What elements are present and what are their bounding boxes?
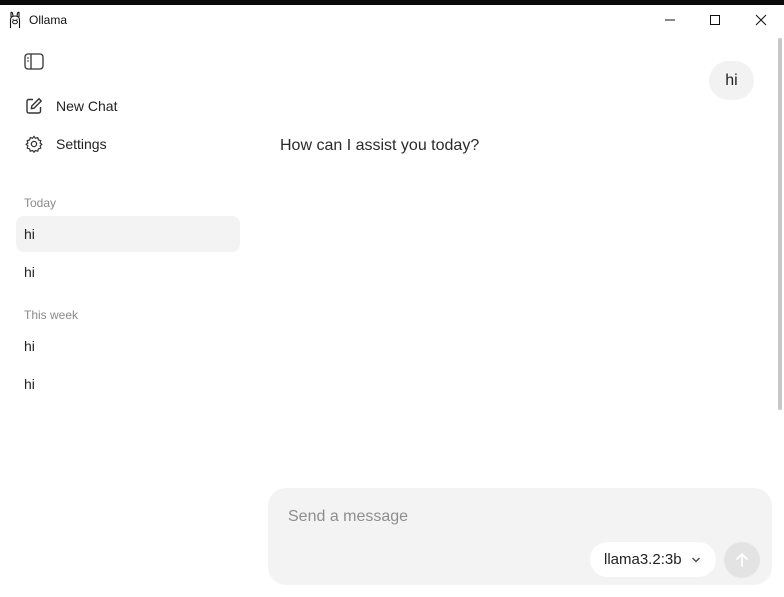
maximize-button[interactable] (692, 5, 738, 35)
assistant-message: How can I assist you today? (280, 137, 480, 154)
section-label-today: Today (24, 196, 57, 210)
title-bar[interactable]: Ollama (0, 5, 784, 35)
chat-item[interactable]: hi (16, 328, 240, 364)
close-icon (755, 14, 767, 26)
scrollbar-thumb[interactable] (778, 38, 782, 410)
close-button[interactable] (738, 5, 784, 35)
new-chat-button[interactable]: New Chat (24, 94, 117, 118)
sidebar-toggle-icon[interactable] (24, 53, 44, 70)
new-chat-label: New Chat (56, 98, 118, 114)
message-input[interactable] (288, 506, 728, 528)
gear-icon (24, 134, 44, 154)
user-message-bubble: hi (709, 61, 754, 100)
settings-label: Settings (56, 136, 107, 152)
ollama-llama-icon (9, 11, 21, 28)
minimize-icon (665, 19, 675, 21)
message-composer: llama3.2:3b (268, 488, 772, 585)
chat-item[interactable]: hi (16, 254, 240, 290)
chat-item[interactable]: hi (16, 366, 240, 402)
minimize-button[interactable] (647, 5, 693, 35)
chevron-down-icon (692, 557, 700, 563)
settings-button[interactable]: Settings (24, 132, 107, 156)
chat-item[interactable]: hi (16, 216, 240, 252)
compose-icon (24, 96, 44, 116)
arrow-up-icon (736, 553, 748, 567)
maximize-icon (710, 15, 720, 25)
app-window: Ollama New Chat Settings Today hi hi Thi… (0, 0, 784, 597)
app-title: Ollama (29, 13, 68, 27)
section-label-this-week: This week (24, 308, 79, 322)
model-name: llama3.2:3b (604, 551, 682, 568)
send-button[interactable] (724, 542, 760, 578)
model-selector[interactable]: llama3.2:3b (590, 542, 716, 577)
